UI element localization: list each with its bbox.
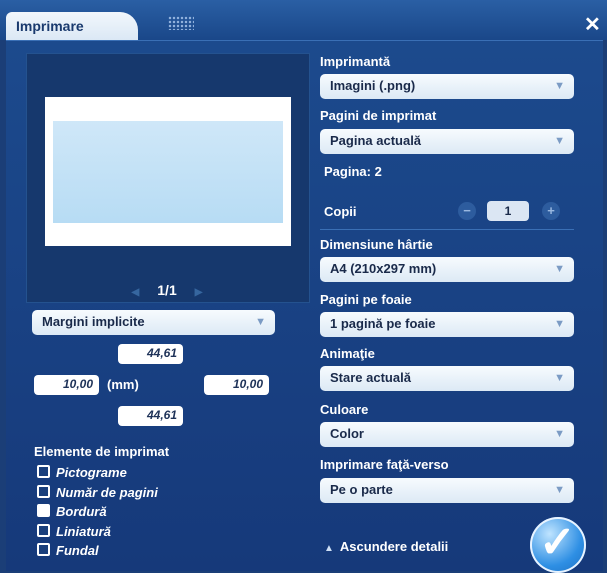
chevron-down-icon: ▼ <box>554 428 565 440</box>
pages-per-sheet-value: 1 pagină pe foaie <box>330 316 436 331</box>
checkmark-icon: ✓ <box>539 518 576 567</box>
print-dialog-body: ◀ 1/1 ▶ Margini implicite ▼ 44,61 10,00 … <box>6 40 603 573</box>
confirm-print-button[interactable]: ✓ <box>530 517 586 573</box>
animation-dropdown[interactable]: Stare actuală ▼ <box>320 366 574 391</box>
checkbox-icon <box>37 485 50 498</box>
copies-label: Copii <box>324 204 357 219</box>
next-page-icon[interactable]: ▶ <box>181 287 217 298</box>
page-pager: ◀ 1/1 ▶ <box>107 282 227 298</box>
hide-details-label: Ascundere detalii <box>339 539 449 554</box>
title-bar: Imprimare ✕ <box>0 0 607 40</box>
color-dropdown[interactable]: Color ▼ <box>320 422 574 447</box>
duplex-value: Pe o parte <box>330 482 393 497</box>
checkbox-label: Număr de pagini <box>56 485 158 500</box>
chevron-down-icon: ▼ <box>554 263 565 275</box>
tab-label: Imprimare <box>16 18 84 34</box>
copies-increment-button[interactable]: + <box>542 202 560 220</box>
checkbox-pictograme[interactable]: Pictograme <box>37 465 127 483</box>
checkbox-bordura[interactable]: Bordură <box>37 504 107 522</box>
color-label: Culoare <box>320 402 369 417</box>
paper-size-value: A4 (210x297 mm) <box>330 261 437 276</box>
pages-to-print-value: Pagina actuală <box>330 133 422 148</box>
preview-content-area <box>53 121 283 223</box>
checkbox-icon <box>37 504 50 517</box>
preview-page <box>45 97 291 246</box>
page-indicator: 1/1 <box>157 282 177 298</box>
checkbox-icon <box>37 543 50 556</box>
pages-to-print-label: Pagini de imprimat <box>320 108 437 123</box>
chevron-down-icon: ▼ <box>554 80 565 92</box>
margin-left-input[interactable]: 10,00 <box>34 375 99 395</box>
current-page-info: Pagina: 2 <box>324 164 382 179</box>
triangle-up-icon: ▲ <box>324 543 334 554</box>
chevron-down-icon: ▼ <box>554 318 565 330</box>
printer-dropdown[interactable]: Imagini (.png) ▼ <box>320 74 574 99</box>
animation-value: Stare actuală <box>330 370 411 385</box>
printer-label: Imprimantă <box>320 54 391 69</box>
copies-input[interactable]: 1 <box>487 201 529 221</box>
margins-preset-dropdown[interactable]: Margini implicite ▼ <box>32 310 275 335</box>
checkbox-label: Pictograme <box>56 465 127 480</box>
pages-per-sheet-label: Pagini pe foaie <box>320 292 412 307</box>
color-value: Color <box>330 426 364 441</box>
pages-per-sheet-dropdown[interactable]: 1 pagină pe foaie ▼ <box>320 312 574 337</box>
checkbox-icon <box>37 524 50 537</box>
checkbox-liniatura[interactable]: Liniatură <box>37 524 111 542</box>
margin-right-input[interactable]: 10,00 <box>204 375 269 395</box>
close-button[interactable]: ✕ <box>584 12 601 37</box>
checkbox-label: Liniatură <box>56 524 111 539</box>
chevron-down-icon: ▼ <box>255 316 266 328</box>
animation-label: Animaţie <box>320 346 375 361</box>
paper-size-label: Dimensiune hârtie <box>320 237 433 252</box>
print-preview: ◀ 1/1 ▶ <box>26 53 310 303</box>
divider <box>320 229 574 230</box>
pages-to-print-dropdown[interactable]: Pagina actuală ▼ <box>320 129 574 154</box>
checkbox-label: Bordură <box>56 504 107 519</box>
checkbox-label: Fundal <box>56 543 99 558</box>
prev-page-icon[interactable]: ◀ <box>117 287 153 298</box>
tab-print[interactable]: Imprimare <box>6 12 138 40</box>
elements-heading: Elemente de imprimat <box>34 444 170 459</box>
margins-preset-value: Margini implicite <box>42 314 145 329</box>
checkbox-numar-pagini[interactable]: Număr de pagini <box>37 485 158 503</box>
copies-decrement-button[interactable]: − <box>458 202 476 220</box>
chevron-down-icon: ▼ <box>554 372 565 384</box>
duplex-dropdown[interactable]: Pe o parte ▼ <box>320 478 574 503</box>
printer-value: Imagini (.png) <box>330 78 416 93</box>
margin-unit-label: (mm) <box>107 377 139 392</box>
margin-top-input[interactable]: 44,61 <box>118 344 183 364</box>
hide-details-toggle[interactable]: ▲ Ascundere detalii <box>324 539 448 554</box>
chevron-down-icon: ▼ <box>554 484 565 496</box>
drag-grip-icon[interactable] <box>168 16 194 30</box>
checkbox-fundal[interactable]: Fundal <box>37 543 99 561</box>
margin-bottom-input[interactable]: 44,61 <box>118 406 183 426</box>
checkbox-icon <box>37 465 50 478</box>
paper-size-dropdown[interactable]: A4 (210x297 mm) ▼ <box>320 257 574 282</box>
duplex-label: Imprimare faţă-verso <box>320 457 449 472</box>
chevron-down-icon: ▼ <box>554 135 565 147</box>
